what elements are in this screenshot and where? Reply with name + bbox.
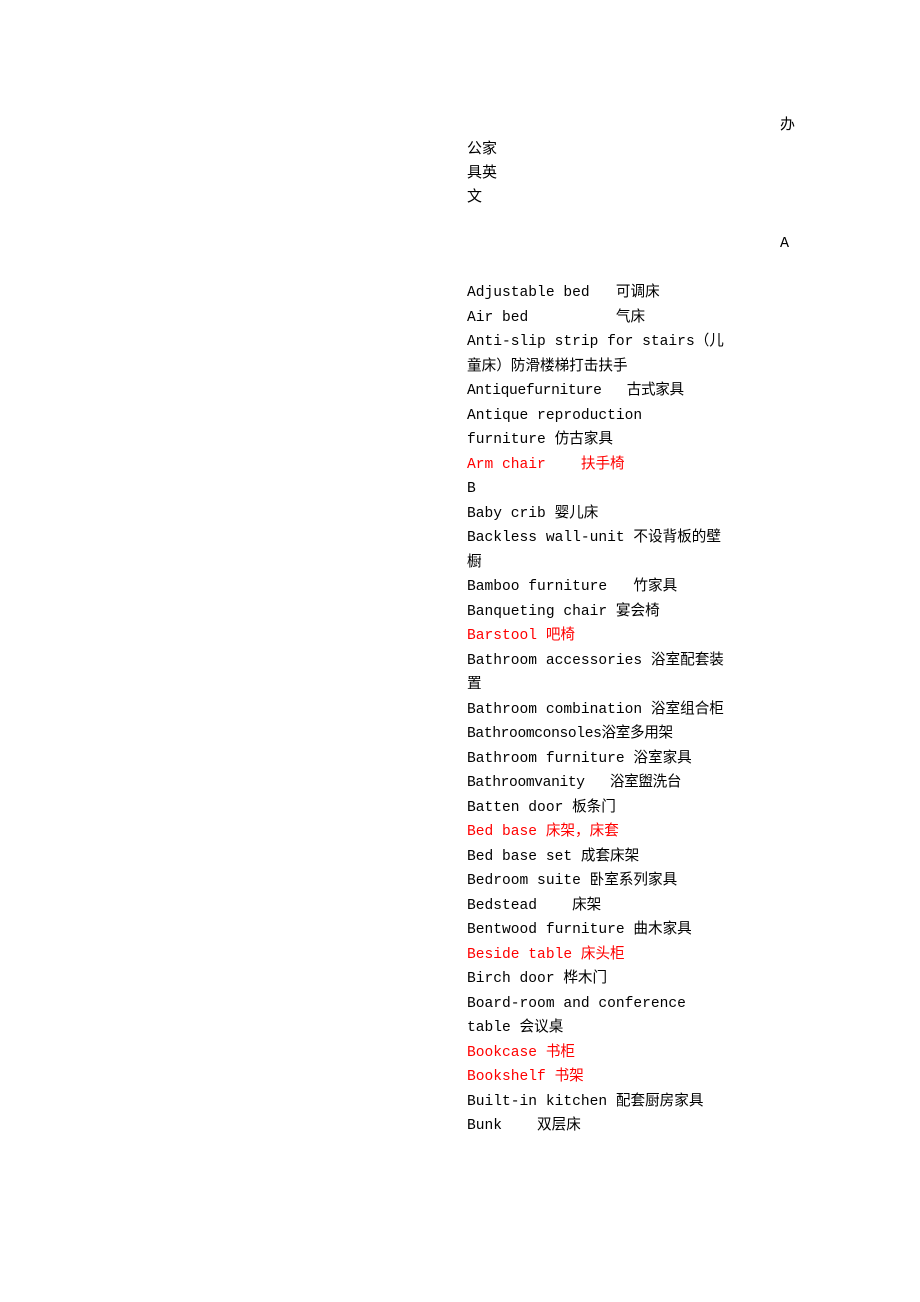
glossary-entry: Banqueting chair 宴会椅 [467, 603, 660, 620]
glossary-entry: Birch door 桦木门 [467, 971, 608, 987]
document-page: 办 公家具英文 A Adjustable bed 可调床 Air bed 气床 An… [0, 0, 920, 1302]
glossary-entry: Air bed 气床 [467, 309, 646, 326]
glossary-entry: Bathroom combination 浴室组合柜 [467, 701, 724, 718]
glossary-entry: Arm chair 扶手椅 [467, 456, 625, 473]
glossary-entry: Bamboo furniture 竹家具 [467, 579, 678, 595]
glossary-entry: Board-room and conference table 会议桌 [467, 995, 695, 1037]
glossary-entry: Bathroomvanity 浴室盥洗台 [467, 775, 682, 791]
document-title-fragment-right: 办 [780, 115, 796, 133]
glossary-entry: Bunk 双层床 [467, 1118, 581, 1134]
glossary-entry: Backless wall-unit 不设背板的壁橱 [467, 530, 721, 571]
glossary-entry: Bathroom accessories 浴室配套装置 [467, 652, 724, 694]
glossary-entry: Bathroomconsoles浴室多用架 [467, 726, 673, 742]
glossary-entry: Anti-slip strip for stairs（儿童床）防滑楼梯打击扶手 [467, 334, 724, 375]
glossary-entry: Adjustable bed 可调床 [467, 285, 660, 301]
glossary-entry: B [467, 481, 476, 497]
glossary-entry: Antiquefurniture 古式家具 [467, 383, 684, 399]
glossary-list: Adjustable bed 可调床 Air bed 气床 Anti-slip st… [467, 281, 729, 1139]
glossary-entry: Batten door 板条门 [467, 799, 616, 816]
glossary-entry: Bathroom furniture 浴室家具 [467, 750, 692, 767]
glossary-entry: Bentwood furniture 曲木家具 [467, 922, 692, 938]
glossary-entry: Bookshelf 书架 [467, 1069, 584, 1085]
section-marker-a: A [780, 235, 790, 252]
glossary-entry: Built-in kitchen 配套厨房家具 [467, 1093, 704, 1110]
glossary-entry: Beside table 床头柜 [467, 946, 625, 963]
glossary-entry: Antique reproduction furniture 仿古家具 [467, 407, 651, 449]
glossary-entry: Baby crib 婴儿床 [467, 505, 599, 522]
glossary-entry: Bedstead 床架 [467, 897, 602, 914]
glossary-entry: Barstool 吧椅 [467, 628, 576, 644]
glossary-entry: Bed base 床架，床套 [467, 824, 619, 840]
glossary-entry: Bed base set 成套床架 [467, 848, 640, 865]
document-title-fragment-wrapped: 公家具英文 [467, 139, 498, 206]
glossary-entry: Bookcase 书柜 [467, 1044, 576, 1061]
glossary-entry: Bedroom suite 卧室系列家具 [467, 873, 678, 889]
